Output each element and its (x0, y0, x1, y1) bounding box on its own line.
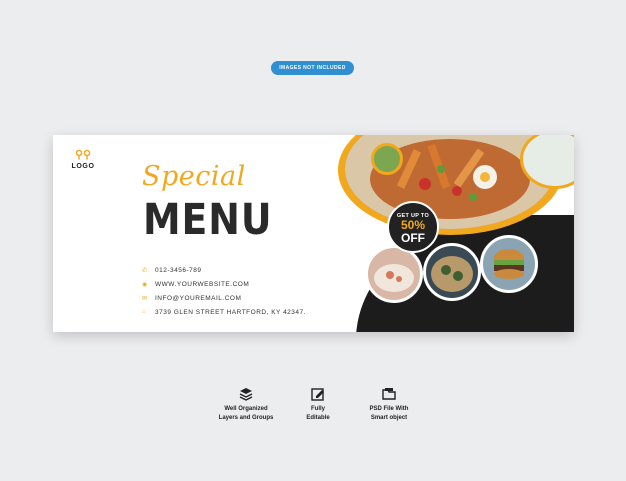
fork-knife-icon: ⚲⚲ (74, 149, 92, 161)
feature-line2: Smart object (370, 415, 408, 421)
layers-icon (239, 388, 253, 401)
feature-psd: PSD File With Smart object (349, 387, 429, 423)
mail-icon: ✉ (142, 295, 148, 302)
edit-icon (311, 388, 324, 401)
contact-text: INFO@YOUREMAIL.COM (155, 294, 242, 302)
feature-line1: Well Organized (224, 406, 268, 412)
discount-badge: GET UP TO 50% OFF (387, 201, 439, 253)
food-thumb-pie (423, 243, 481, 301)
contact-email: ✉ INFO@YOUREMAIL.COM (142, 291, 306, 305)
title-script: Special (142, 161, 246, 192)
contact-text: WWW.YOURWEBSITE.COM (155, 280, 250, 288)
home-icon: ⌂ (142, 309, 146, 315)
food-thumb-burger (480, 235, 538, 293)
globe-icon: ◉ (142, 281, 148, 288)
feature-line2: Editable (306, 415, 330, 421)
logo: ⚲⚲ LOGO (68, 149, 98, 170)
title-main: MENU (143, 195, 273, 245)
badge-off: OFF (401, 231, 425, 245)
feature-line2: Layers and Groups (218, 415, 274, 421)
feature-line1: PSD File With (369, 406, 409, 412)
contact-address: ⌂ 3739 GLEN STREET HARTFORD, KY 42347. (142, 305, 306, 319)
feature-line1: Fully (310, 406, 325, 412)
contact-text: 3739 GLEN STREET HARTFORD, KY 42347. (155, 308, 306, 316)
food-thumb-pasta (365, 245, 423, 303)
contact-text: 012-3456-789 (155, 266, 202, 274)
feature-editable: Fully Editable (278, 387, 358, 423)
contact-website: ◉ WWW.YOURWEBSITE.COM (142, 277, 306, 291)
contact-list: ✆ 012-3456-789 ◉ WWW.YOURWEBSITE.COM ✉ I… (142, 263, 306, 319)
images-not-included-badge: IMAGES NOT INCLUDED (271, 61, 354, 75)
contact-phone: ✆ 012-3456-789 (142, 263, 306, 277)
facebook-cover-banner: ⚲⚲ LOGO Special MENU ✆ 012-3456-789 ◉ WW… (53, 135, 574, 332)
logo-text: LOGO (71, 163, 95, 170)
side-bowl-image (371, 143, 403, 175)
feature-layers: Well Organized Layers and Groups (206, 387, 286, 423)
folder-icon (382, 388, 396, 400)
phone-icon: ✆ (142, 267, 148, 274)
